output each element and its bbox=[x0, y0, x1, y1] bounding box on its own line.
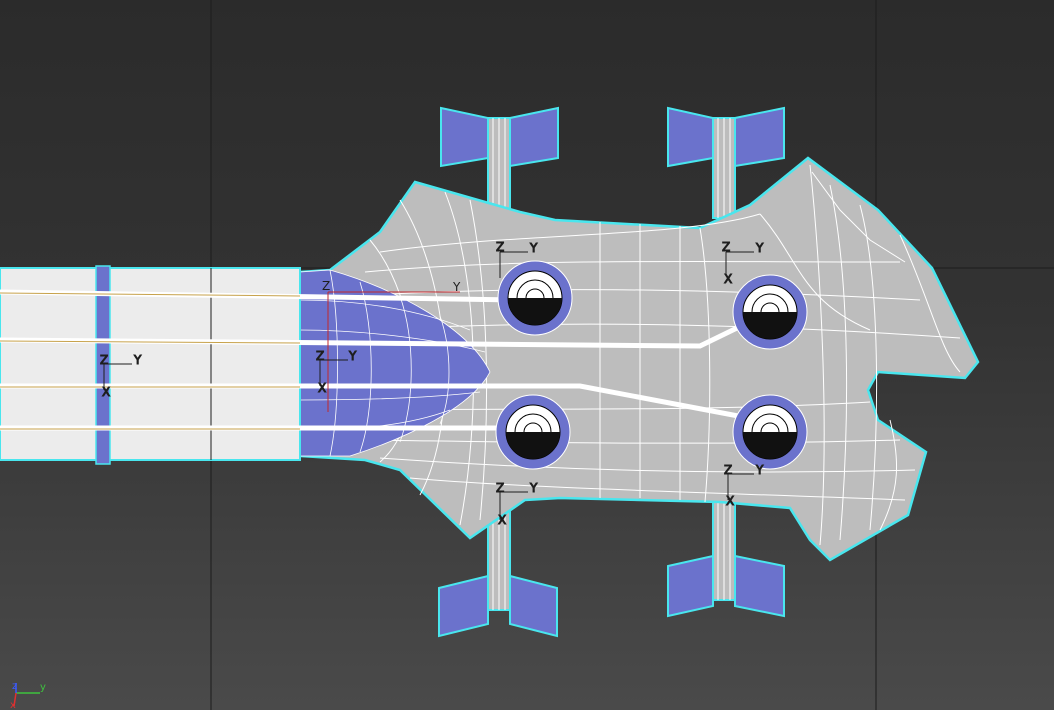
gizmo-z: Z bbox=[724, 463, 732, 477]
gizmo-z: Z bbox=[496, 481, 504, 495]
viewport-scene[interactable]: Z Y Z Y X Z Y X Z Y X Z Y X Z Y X Z Y z … bbox=[0, 0, 1054, 710]
gizmo-z: Z bbox=[322, 279, 330, 293]
headstock-mesh[interactable] bbox=[298, 156, 980, 562]
world-axis-x: x bbox=[10, 700, 16, 710]
gizmo-x: X bbox=[724, 272, 732, 286]
gizmo-z: Z bbox=[316, 349, 324, 363]
gizmo-x: X bbox=[318, 381, 326, 395]
gizmo-y: Y bbox=[755, 463, 764, 477]
gizmo-z: Z bbox=[100, 353, 108, 367]
gizmo-x: X bbox=[726, 494, 734, 508]
world-axis-z: z bbox=[12, 681, 17, 692]
gizmo-z: Z bbox=[722, 240, 730, 254]
gizmo-x: X bbox=[498, 513, 506, 527]
gizmo-y: Y bbox=[452, 280, 461, 294]
world-axis-tripod-icon: z y x bbox=[10, 681, 46, 710]
gizmo-z: Z bbox=[496, 240, 504, 254]
gizmo-y: Y bbox=[133, 353, 142, 367]
gizmo-y: Y bbox=[529, 241, 538, 255]
world-axis-y: y bbox=[40, 682, 46, 693]
gizmo-y: Y bbox=[755, 241, 764, 255]
tuning-key-bottom-right[interactable] bbox=[667, 499, 785, 618]
tuner-post-2[interactable] bbox=[732, 274, 808, 350]
tuning-key-bottom-left[interactable] bbox=[438, 509, 558, 638]
tuner-post-3[interactable] bbox=[495, 394, 571, 470]
tuner-post-1[interactable] bbox=[497, 260, 573, 336]
gizmo-y: Y bbox=[348, 349, 357, 363]
tuner-post-4[interactable] bbox=[732, 394, 808, 470]
gizmo-x: X bbox=[102, 385, 110, 399]
gizmo-y: Y bbox=[529, 481, 538, 495]
3d-viewport-top[interactable]: Z Y Z Y X Z Y X Z Y X Z Y X Z Y X Z Y z … bbox=[0, 0, 1054, 710]
